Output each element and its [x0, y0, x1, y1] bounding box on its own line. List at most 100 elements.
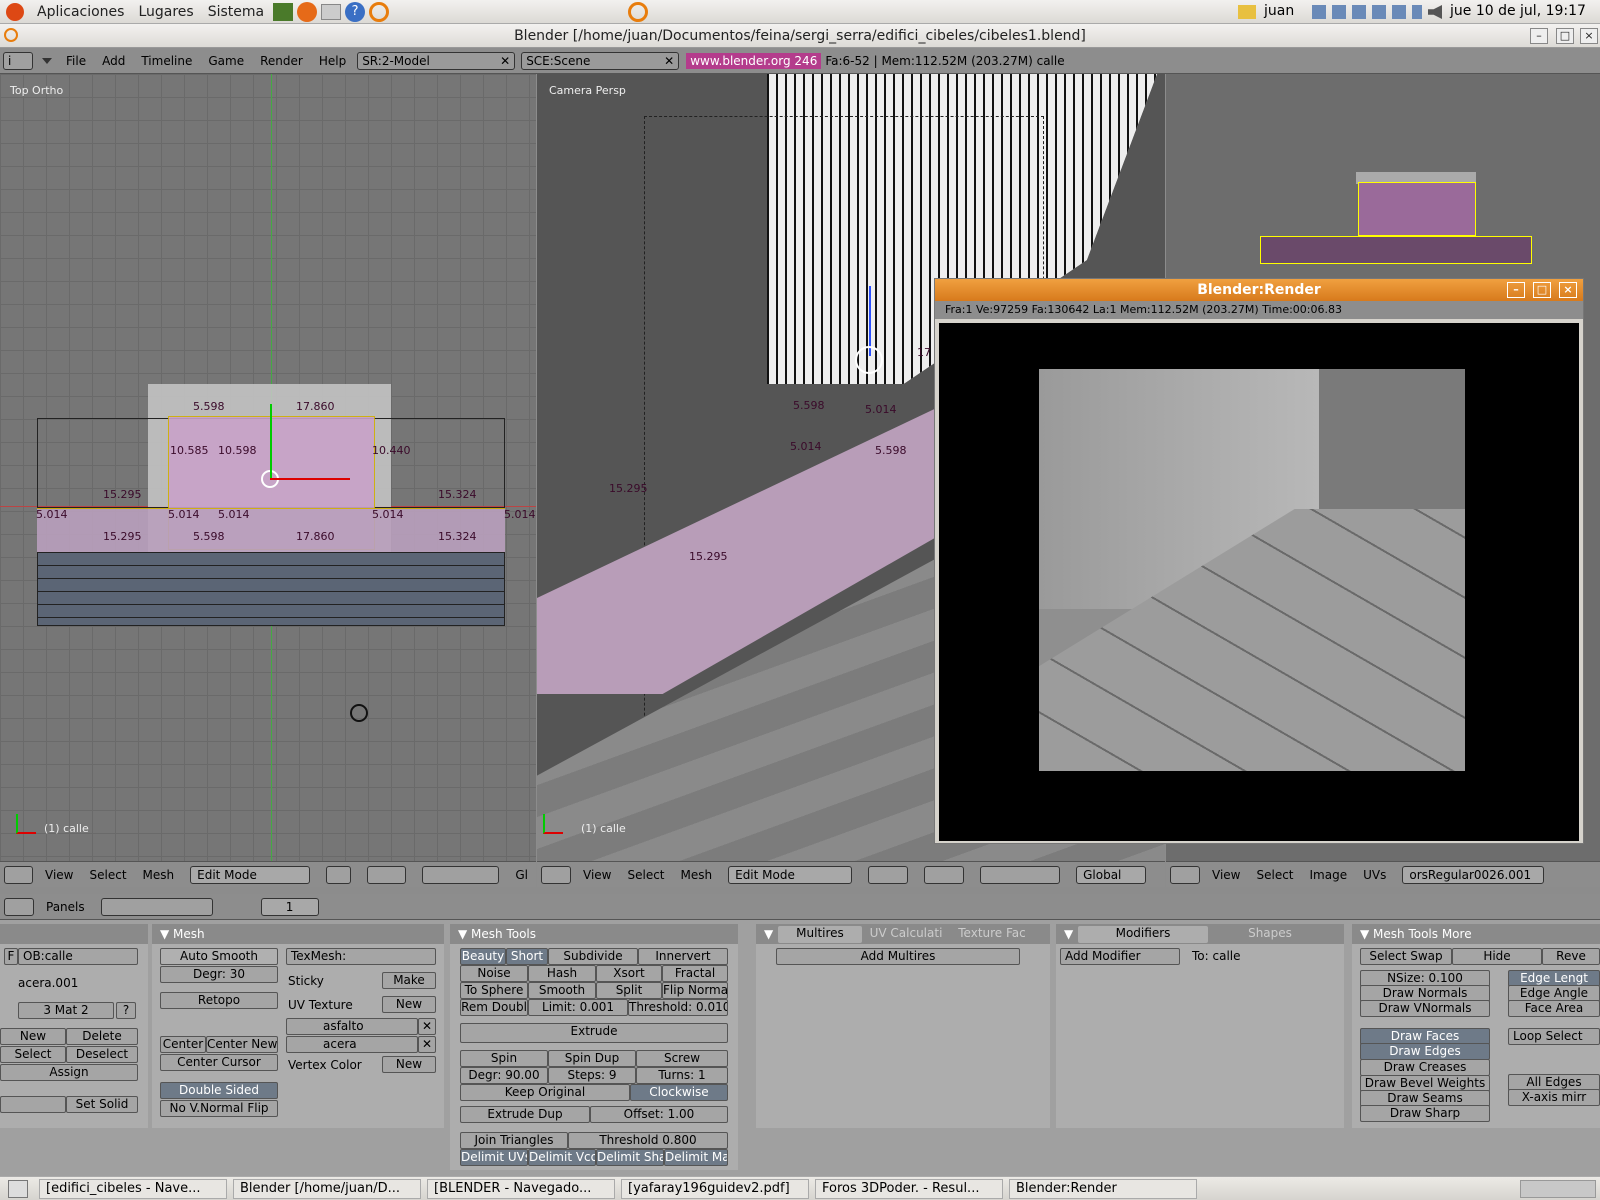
mesh-menu[interactable]: Mesh [681, 868, 713, 882]
spin-degree-field[interactable]: Degr: 90.00 [460, 1067, 548, 1084]
center-button[interactable]: Center [160, 1036, 206, 1053]
mesh-menu[interactable]: Mesh [143, 868, 175, 882]
hash-button[interactable]: Hash [528, 965, 596, 982]
smooth-button[interactable]: Smooth [528, 982, 596, 999]
task-render[interactable]: Blender:Render [1009, 1178, 1197, 1199]
spin-button[interactable]: Spin [460, 1050, 548, 1067]
steps-field[interactable]: Steps: 9 [548, 1067, 636, 1084]
set-solid-button[interactable]: Set Solid [66, 1096, 138, 1113]
screen-selector[interactable]: SR:2-Model ✕ [357, 51, 516, 70]
join-triangles-button[interactable]: Join Triangles [460, 1132, 568, 1149]
noise-button[interactable]: Noise [460, 965, 528, 982]
minimize-icon[interactable]: – [1530, 28, 1548, 44]
tab-texture-face[interactable]: Texture Fac [950, 926, 1034, 943]
join-threshold-field[interactable]: Threshold 0.800 [568, 1132, 728, 1149]
ubuntu-logo-icon[interactable] [6, 2, 24, 21]
clockwise-toggle[interactable]: Clockwise [630, 1084, 728, 1101]
select-menu[interactable]: Select [1256, 868, 1293, 882]
view-menu[interactable]: View [583, 868, 611, 882]
maximize-icon[interactable]: □ [1556, 28, 1574, 44]
select-material-button[interactable]: Select [0, 1046, 66, 1063]
manipulator-icons[interactable] [980, 865, 1061, 884]
menu-applications[interactable]: Aplicaciones [37, 4, 124, 20]
volume-icon[interactable] [1428, 5, 1442, 19]
new-uv-button[interactable]: New [382, 996, 436, 1013]
no-vnormal-flip-toggle[interactable]: No V.Normal Flip [160, 1100, 278, 1117]
hide-button[interactable]: Hide [1452, 948, 1542, 965]
screen-name[interactable]: SR:2-Model [362, 54, 430, 68]
delete-material-button[interactable]: Delete [66, 1028, 138, 1045]
draw-type-icon[interactable] [326, 865, 352, 884]
editor-type-icon[interactable] [1170, 865, 1200, 884]
close-icon[interactable]: × [1580, 28, 1598, 44]
image-menu[interactable]: Image [1310, 868, 1348, 882]
task-navegador[interactable]: [BLENDER - Navegado... [427, 1178, 615, 1199]
task-browser[interactable]: [edifici_cibeles - Nave... [39, 1178, 227, 1199]
menu-add[interactable]: Add [102, 54, 125, 68]
task-forum[interactable]: Foros 3DPoder. - Resul... [815, 1178, 1003, 1199]
context-icons[interactable] [100, 897, 213, 916]
set-smooth-button[interactable] [0, 1096, 66, 1113]
select-menu[interactable]: Select [90, 868, 127, 882]
reveal-button[interactable]: Reve [1542, 948, 1600, 965]
viewport-type-icon[interactable] [541, 865, 571, 884]
manipulator-y-icon[interactable] [270, 404, 272, 478]
menu-system[interactable]: Sistema [208, 4, 264, 20]
viewport-type-icon[interactable] [4, 865, 34, 884]
add-multires-button[interactable]: Add Multires [776, 948, 1020, 965]
menu-game[interactable]: Game [208, 54, 244, 68]
threshold-field[interactable]: Threshold: 0.010 [628, 999, 728, 1016]
delimit-vcol-toggle[interactable]: Delimit Vcol [528, 1149, 596, 1166]
tab-multires[interactable]: Multires [778, 926, 862, 943]
show-desktop-icon[interactable] [8, 1179, 28, 1198]
xaxis-mirror-toggle[interactable]: X-axis mirr [1508, 1089, 1600, 1106]
extrude-button[interactable]: Extrude [460, 1023, 728, 1043]
add-modifier-button[interactable]: Add Modifier [1060, 948, 1180, 965]
xsort-button[interactable]: Xsort [596, 965, 662, 982]
delimit-sharp-toggle[interactable]: Delimit Shar [596, 1149, 664, 1166]
folder-icon[interactable] [1238, 5, 1256, 19]
tray-icons[interactable] [1312, 5, 1422, 19]
user-name[interactable]: juan [1264, 3, 1294, 19]
task-blender[interactable]: Blender [/home/juan/D... [233, 1178, 421, 1199]
view-menu[interactable]: View [45, 868, 73, 882]
task-pdf[interactable]: [yafaray196guidev2.pdf] [621, 1178, 809, 1199]
uv-layer-asfalto[interactable]: asfalto [286, 1018, 418, 1035]
tab-shapes[interactable]: Shapes [1210, 926, 1330, 943]
remove-uv-button[interactable]: ✕ [418, 1018, 436, 1035]
collapse-icon[interactable] [42, 57, 52, 64]
f-button[interactable]: F [4, 948, 18, 965]
mode-selector[interactable]: Edit Mode [728, 865, 853, 884]
draw-creases-toggle[interactable]: Draw Creases [1360, 1059, 1490, 1076]
limit-field[interactable]: Limit: 0.001 [528, 999, 628, 1016]
delimit-mat-toggle[interactable]: Delimit Mat [664, 1149, 728, 1166]
blender-tray-icon[interactable] [628, 2, 648, 22]
center-new-button[interactable]: Center New [206, 1036, 278, 1053]
tab-modifiers[interactable]: Modifiers [1078, 926, 1208, 943]
center-cursor-button[interactable]: Center Cursor [160, 1054, 278, 1071]
offset-field[interactable]: Offset: 1.00 [590, 1106, 728, 1123]
blender-launcher-icon[interactable] [369, 1, 390, 22]
rem-doubles-button[interactable]: Rem Doubl [460, 999, 528, 1016]
degree-field[interactable]: Degr: 30 [160, 966, 278, 983]
remove-uv-button[interactable]: ✕ [418, 1036, 436, 1053]
delimit-uvs-toggle[interactable]: Delimit UVs [460, 1149, 528, 1166]
clock[interactable]: jue 10 de jul, 19:17 [1450, 3, 1586, 19]
screw-button[interactable]: Screw [636, 1050, 728, 1067]
uvs-menu[interactable]: UVs [1363, 868, 1386, 882]
draw-sharp-toggle[interactable]: Draw Sharp [1360, 1105, 1490, 1122]
texmesh-field[interactable]: TexMesh: [286, 948, 436, 965]
keep-original-toggle[interactable]: Keep Original [460, 1084, 630, 1101]
manipulator-icons[interactable] [422, 865, 500, 884]
double-sided-toggle[interactable]: Double Sided [160, 1082, 278, 1099]
image-selector[interactable]: orsRegular0026.001 [1402, 865, 1545, 884]
turns-field[interactable]: Turns: 1 [636, 1067, 728, 1084]
select-menu[interactable]: Select [627, 868, 664, 882]
camera-icon[interactable] [350, 704, 368, 722]
menu-places[interactable]: Lugares [138, 4, 193, 20]
menu-file[interactable]: File [66, 54, 86, 68]
manipulator-x-icon[interactable] [270, 478, 350, 480]
object-center-icon[interactable] [855, 346, 883, 374]
retopo-toggle[interactable]: Retopo [160, 992, 278, 1009]
mesh-name[interactable]: acera.001 [18, 976, 78, 990]
